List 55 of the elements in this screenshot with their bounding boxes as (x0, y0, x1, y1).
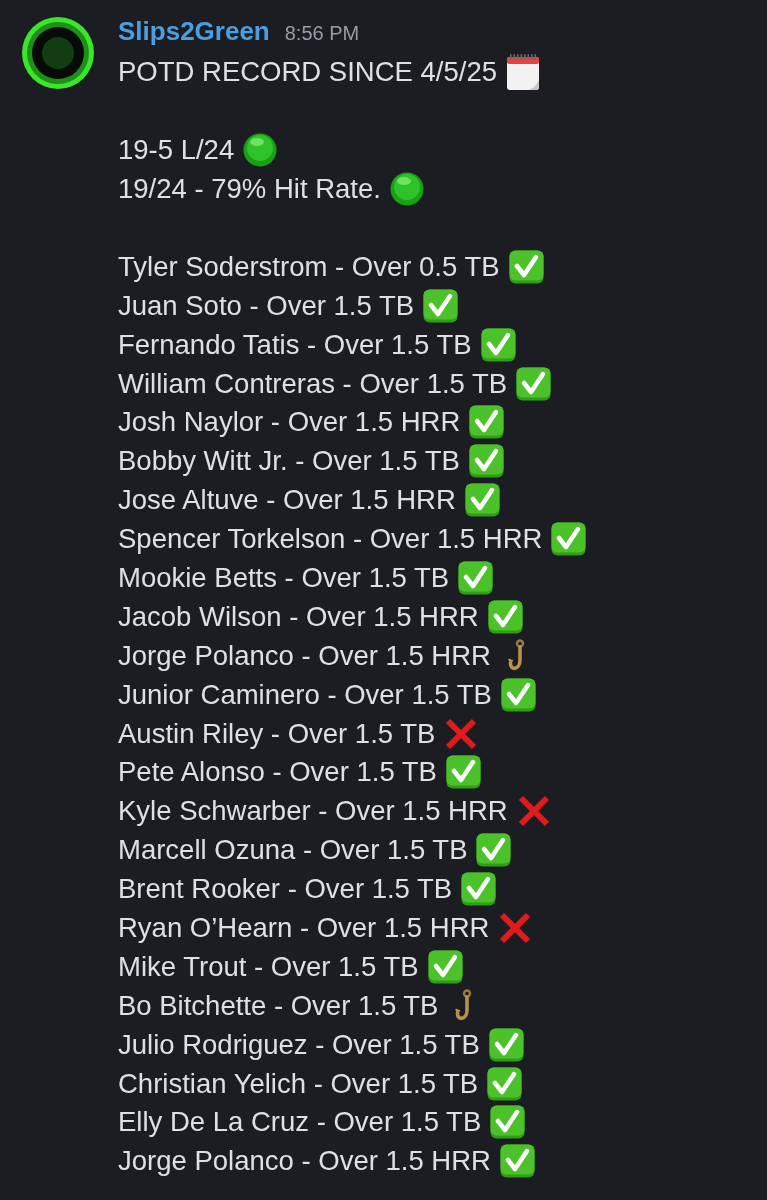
check-icon (445, 755, 481, 790)
pick-text: Elly De La Cruz - Over 1.5 TB (118, 1106, 482, 1139)
avatar[interactable] (21, 16, 95, 90)
pick-text: Jorge Polanco - Over 1.5 HRR (118, 1145, 491, 1178)
check-icon (464, 483, 500, 518)
check-icon (487, 1066, 523, 1101)
check-icon (461, 872, 497, 907)
check-icon (480, 327, 516, 362)
pick-text: Tyler Soderstrom - Over 0.5 TB (118, 250, 500, 283)
calendar-icon (506, 53, 540, 91)
record-text: 19-5 L/24 (118, 134, 235, 167)
pick-text: Juan Soto - Over 1.5 TB (118, 289, 415, 322)
pick-text: William Contreras - Over 1.5 TB (118, 367, 508, 400)
pick-text: Mookie Betts - Over 1.5 TB (118, 562, 450, 594)
pick-text: Spencer Torkelson - Over 1.5 HRR (118, 523, 543, 556)
cross-icon (498, 911, 533, 946)
check-icon (488, 1027, 524, 1062)
pick-text: Jacob Wilson - Over 1.5 HRR (118, 600, 479, 633)
pick-text: Jorge Polanco - Over 1.5 HRR (118, 639, 491, 672)
check-icon (458, 561, 494, 595)
headline-text: POTD RECORD SINCE 4/5/25 (118, 56, 497, 89)
pick-text: Josh Naylor - Over 1.5 HRR (118, 406, 461, 439)
check-icon (508, 249, 544, 284)
username[interactable]: Slips2Green (118, 16, 270, 46)
check-icon (516, 366, 552, 401)
pick-text: Ryan O’Hearn - Over 1.5 HRR (118, 912, 490, 945)
pick-text: Junior Caminero - Over 1.5 TB (118, 678, 492, 711)
pick-text: Jose Altuve - Over 1.5 HRR (118, 484, 456, 517)
check-icon (423, 288, 459, 323)
record-text: 19/24 - 79% Hit Rate. (118, 173, 381, 206)
check-icon (551, 522, 587, 557)
circle-icon (389, 172, 424, 207)
check-icon (476, 833, 512, 868)
pick-text: Julio Rodriguez - Over 1.5 TB (118, 1028, 480, 1061)
check-icon (469, 405, 505, 440)
circle-icon (243, 133, 278, 168)
check-icon (468, 444, 504, 479)
pick-text: Mike Trout - Over 1.5 TB (118, 950, 419, 983)
cross-icon (444, 716, 479, 751)
check-icon (499, 1144, 535, 1179)
pick-text: Brent Rooker - Over 1.5 TB (118, 873, 453, 906)
check-icon (427, 949, 463, 984)
pick-text: Pete Alonso - Over 1.5 TB (118, 756, 437, 789)
check-icon (500, 677, 536, 712)
pick-text: Austin Riley - Over 1.5 TB (118, 717, 436, 750)
cross-icon (516, 794, 551, 829)
check-icon (490, 1105, 526, 1140)
pick-text: Bo Bitchette - Over 1.5 TB (118, 989, 439, 1022)
pick-text: Kyle Schwarber - Over 1.5 HRR (118, 795, 508, 828)
pick-text: Bobby Witt Jr. - Over 1.5 TB (118, 445, 460, 478)
pick-text: Christian Yelich - Over 1.5 TB (118, 1067, 479, 1100)
check-icon (487, 599, 523, 634)
pick-text: Fernando Tatis - Over 1.5 TB (118, 328, 472, 361)
timestamp: 8:56 PM (284, 21, 360, 46)
pick-text: Marcell Ozuna - Over 1.5 TB (118, 834, 468, 867)
